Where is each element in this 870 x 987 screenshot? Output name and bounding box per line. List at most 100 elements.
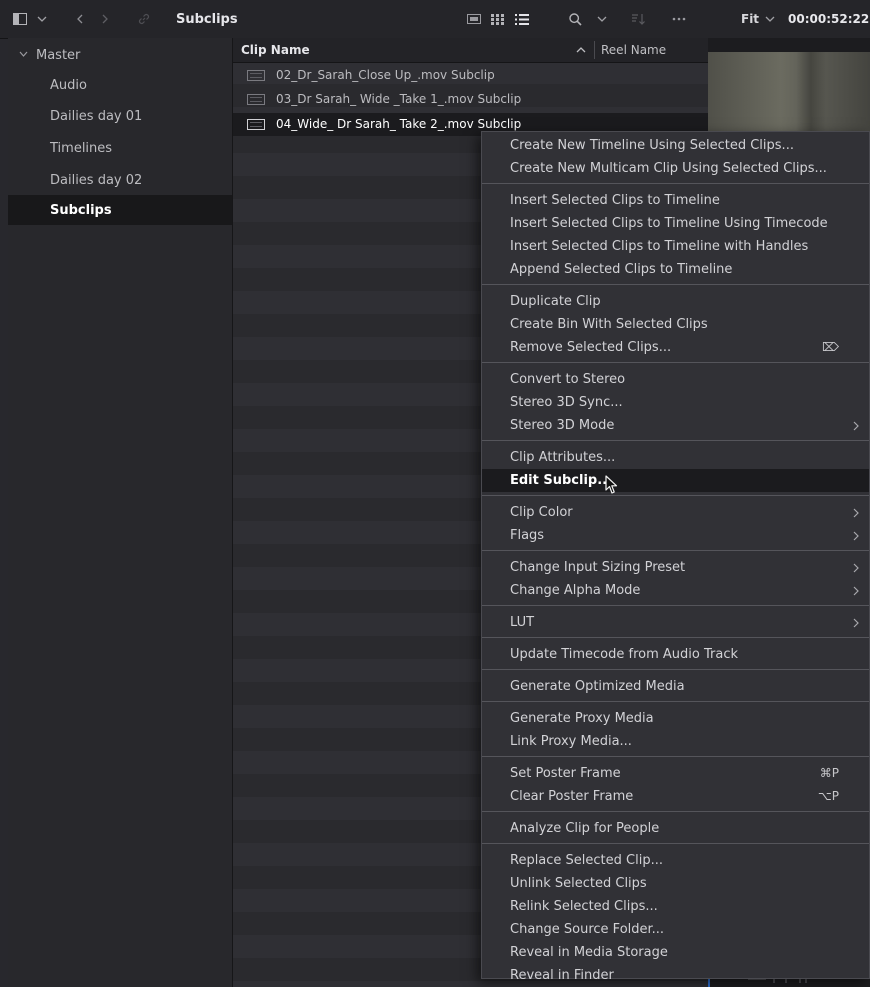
menu-item-label: Change Alpha Mode (510, 583, 641, 598)
menu-item-relink-selected-clips[interactable]: Relink Selected Clips... (482, 895, 869, 918)
menu-item-insert-selected-clips-to-timeline-with-handles[interactable]: Insert Selected Clips to Timeline with H… (482, 235, 869, 258)
menu-item-label: Create Bin With Selected Clips (510, 317, 708, 332)
menu-item-create-bin-with-selected-clips[interactable]: Create Bin With Selected Clips (482, 313, 869, 336)
column-divider (594, 41, 595, 59)
menu-item-label: Convert to Stereo (510, 372, 626, 387)
menu-item-reveal-in-media-storage[interactable]: Reveal in Media Storage (482, 941, 869, 964)
sidebar-item-master[interactable]: Master (8, 40, 232, 70)
menu-separator (482, 284, 869, 285)
menu-item-reveal-in-finder[interactable]: Reveal in Finder (482, 964, 869, 987)
sidebar-item-audio[interactable]: Audio (8, 70, 232, 100)
menu-item-convert-to-stereo[interactable]: Convert to Stereo (482, 368, 869, 391)
menu-item-insert-selected-clips-to-timeline-using-timecode[interactable]: Insert Selected Clips to Timeline Using … (482, 212, 869, 235)
menu-item-insert-selected-clips-to-timeline[interactable]: Insert Selected Clips to Timeline (482, 189, 869, 212)
menu-item-shortcut: ⌥P (817, 789, 839, 803)
menu-item-create-new-multicam-clip-using-selected-clips[interactable]: Create New Multicam Clip Using Selected … (482, 157, 869, 180)
menu-item-change-input-sizing-preset[interactable]: Change Input Sizing Preset (482, 556, 869, 579)
menu-item-label: Link Proxy Media... (510, 734, 632, 749)
menu-item-clip-attributes[interactable]: Clip Attributes... (482, 446, 869, 469)
search-icon[interactable] (567, 0, 583, 38)
forward-icon[interactable] (99, 0, 111, 38)
sidebar-item-label: Master (36, 47, 81, 63)
submenu-arrow-icon (853, 563, 859, 573)
menu-item-label: Insert Selected Clips to Timeline Using … (510, 216, 828, 231)
menu-item-label: Remove Selected Clips... (510, 340, 672, 355)
menu-item-stereo-3d-mode[interactable]: Stereo 3D Mode (482, 414, 869, 437)
menu-item-change-alpha-mode[interactable]: Change Alpha Mode (482, 579, 869, 602)
menu-separator (482, 701, 869, 702)
menu-separator (482, 669, 869, 670)
menu-item-duplicate-clip[interactable]: Duplicate Clip (482, 290, 869, 313)
menu-item-label: Clip Attributes... (510, 450, 616, 465)
sidebar-item-label: Dailies day 02 (50, 172, 143, 188)
menu-item-label: Stereo 3D Sync... (510, 395, 623, 410)
menu-item-link-proxy-media[interactable]: Link Proxy Media... (482, 730, 869, 753)
menu-item-label: Create New Multicam Clip Using Selected … (510, 161, 827, 176)
menu-item-label: Duplicate Clip (510, 294, 601, 309)
clip-icon (247, 70, 265, 81)
sidebar-item-dailies-day-02[interactable]: Dailies day 02 (8, 165, 232, 195)
menu-item-label: Create New Timeline Using Selected Clips… (510, 138, 794, 153)
menu-item-replace-selected-clip[interactable]: Replace Selected Clip... (482, 849, 869, 872)
menu-item-edit-subclip[interactable]: Edit Subclip... (482, 469, 869, 492)
menu-item-analyze-clip-for-people[interactable]: Analyze Clip for People (482, 817, 869, 840)
menu-item-label: Change Source Folder... (510, 922, 665, 937)
menu-item-label: Clip Color (510, 505, 573, 520)
menu-item-unlink-selected-clips[interactable]: Unlink Selected Clips (482, 872, 869, 895)
menu-item-label: Stereo 3D Mode (510, 418, 615, 433)
sort-icon[interactable] (630, 0, 646, 38)
zoom-chevron-icon[interactable] (764, 0, 776, 38)
menu-item-label: Unlink Selected Clips (510, 876, 647, 891)
menu-separator (482, 637, 869, 638)
zoom-select[interactable]: Fit (741, 0, 759, 38)
menu-item-label: LUT (510, 615, 535, 630)
link-icon[interactable] (136, 0, 152, 38)
thumbnail-view-icon[interactable] (466, 0, 482, 38)
sidebar-item-dailies-day-01[interactable]: Dailies day 01 (8, 101, 232, 131)
sort-ascending-icon[interactable] (575, 43, 587, 57)
menu-separator (482, 550, 869, 551)
menu-item-set-poster-frame[interactable]: Set Poster Frame ⌘P (482, 762, 869, 785)
list-view-icon[interactable] (514, 0, 530, 38)
menu-item-stereo-3d-sync[interactable]: Stereo 3D Sync... (482, 391, 869, 414)
clip-name: 03_Dr Sarah_ Wide _Take 1_.mov Subclip (276, 92, 522, 106)
menu-item-append-selected-clips-to-timeline[interactable]: Append Selected Clips to Timeline (482, 258, 869, 281)
menu-item-remove-selected-clips[interactable]: Remove Selected Clips... ⌦ (482, 336, 869, 359)
grid-view-icon[interactable] (490, 0, 506, 38)
submenu-arrow-icon (853, 531, 859, 541)
submenu-arrow-icon (853, 421, 859, 431)
menu-item-label: Clear Poster Frame (510, 789, 634, 804)
search-options-chevron-icon[interactable] (596, 0, 608, 38)
menu-item-label: Reveal in Finder (510, 968, 614, 983)
column-header-reel-name[interactable]: Reel Name (601, 43, 666, 57)
column-header-clip-name[interactable]: Clip Name (241, 43, 310, 57)
chevron-down-icon[interactable] (36, 0, 48, 38)
menu-item-generate-proxy-media[interactable]: Generate Proxy Media (482, 707, 869, 730)
menu-item-clip-color[interactable]: Clip Color (482, 501, 869, 524)
clip-name: 02_Dr_Sarah_Close Up_.mov Subclip (276, 68, 495, 82)
timecode-display: 00:00:52:22 (788, 12, 870, 26)
sidebar-item-timelines[interactable]: Timelines (8, 133, 232, 163)
menu-separator (482, 440, 869, 441)
menu-item-shortcut: ⌘P (819, 766, 839, 780)
sidebar-item-subclips[interactable]: Subclips (8, 195, 232, 225)
menu-item-update-timecode-from-audio-track[interactable]: Update Timecode from Audio Track (482, 643, 869, 666)
panel-toggle-icon[interactable] (12, 0, 28, 38)
menu-item-change-source-folder[interactable]: Change Source Folder... (482, 918, 869, 941)
menu-item-create-new-timeline-using-selected-clips[interactable]: Create New Timeline Using Selected Clips… (482, 134, 869, 157)
more-icon[interactable] (670, 0, 688, 38)
clip-icon (247, 94, 265, 105)
clip-row[interactable]: 02_Dr_Sarah_Close Up_.mov Subclip (233, 64, 708, 87)
back-icon[interactable] (74, 0, 86, 38)
clip-list-header: Clip Name Reel Name (233, 38, 708, 63)
menu-item-clear-poster-frame[interactable]: Clear Poster Frame ⌥P (482, 785, 869, 808)
submenu-arrow-icon (853, 508, 859, 518)
menu-item-label: Set Poster Frame (510, 766, 621, 781)
menu-item-generate-optimized-media[interactable]: Generate Optimized Media (482, 675, 869, 698)
menu-item-lut[interactable]: LUT (482, 611, 869, 634)
menu-item-label: Generate Proxy Media (510, 711, 654, 726)
chevron-down-icon[interactable] (19, 51, 28, 57)
menu-separator (482, 811, 869, 812)
clip-row[interactable]: 03_Dr Sarah_ Wide _Take 1_.mov Subclip (233, 88, 708, 111)
menu-item-flags[interactable]: Flags (482, 524, 869, 547)
